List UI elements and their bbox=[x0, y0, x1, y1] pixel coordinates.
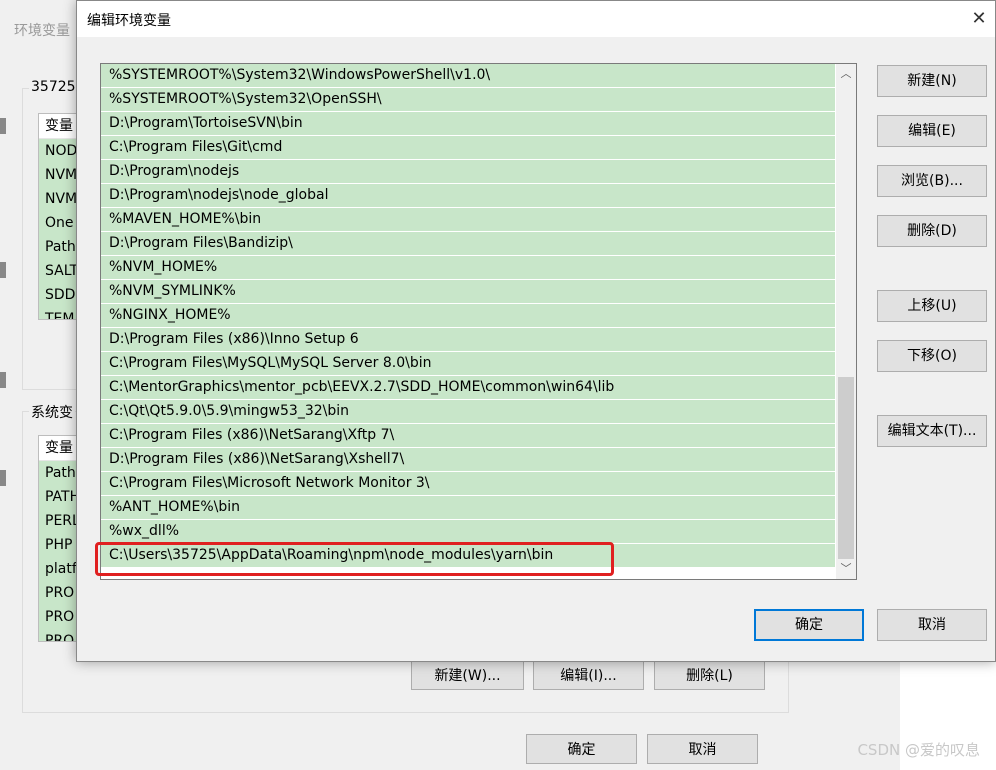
edit-environment-variable-dialog: 编辑环境变量 ✕ %SYSTEMROOT%\System32\WindowsPo… bbox=[76, 0, 996, 662]
edge-fragment bbox=[0, 470, 6, 486]
new-button[interactable]: 新建(N) bbox=[877, 65, 987, 97]
path-list-item[interactable]: %NVM_SYMLINK% bbox=[101, 280, 835, 303]
move-down-button[interactable]: 下移(O) bbox=[877, 340, 987, 372]
dialog-title: 编辑环境变量 bbox=[87, 13, 171, 29]
path-list-item[interactable]: C:\Program Files\Git\cmd bbox=[101, 136, 835, 159]
scroll-down-icon[interactable]: ﹀ bbox=[836, 559, 856, 579]
edge-fragment bbox=[0, 262, 6, 278]
bg-dialog-title: 环境变量 bbox=[14, 23, 70, 39]
move-up-button[interactable]: 上移(U) bbox=[877, 290, 987, 322]
path-list-item[interactable]: %NGINX_HOME% bbox=[101, 304, 835, 327]
path-list-item[interactable]: C:\Program Files\MySQL\MySQL Server 8.0\… bbox=[101, 352, 835, 375]
edit-button[interactable]: 编辑(E) bbox=[877, 115, 987, 147]
cancel-button[interactable]: 取消 bbox=[877, 609, 987, 641]
path-list-items: %SYSTEMROOT%\System32\WindowsPowerShell\… bbox=[101, 64, 835, 568]
path-list[interactable]: %SYSTEMROOT%\System32\WindowsPowerShell\… bbox=[100, 63, 857, 580]
path-list-item[interactable]: D:\Program\nodejs\node_global bbox=[101, 184, 835, 207]
system-new-button[interactable]: 新建(W)... bbox=[411, 660, 524, 690]
path-list-item[interactable]: %MAVEN_HOME%\bin bbox=[101, 208, 835, 231]
user-variables-group-label: 35725 bbox=[29, 79, 78, 95]
dialog-titlebar: 编辑环境变量 ✕ bbox=[77, 1, 995, 37]
bg-cancel-button[interactable]: 取消 bbox=[647, 734, 758, 764]
edge-fragment bbox=[0, 118, 6, 134]
scrollbar-thumb[interactable] bbox=[838, 377, 854, 559]
delete-button[interactable]: 删除(D) bbox=[877, 215, 987, 247]
vertical-scrollbar[interactable]: ︿ ﹀ bbox=[836, 64, 856, 579]
path-list-item[interactable]: %SYSTEMROOT%\System32\OpenSSH\ bbox=[101, 88, 835, 111]
path-list-item[interactable]: C:\Users\35725\AppData\Roaming\npm\node_… bbox=[101, 544, 835, 567]
path-list-item[interactable]: %SYSTEMROOT%\System32\WindowsPowerShell\… bbox=[101, 64, 835, 87]
ok-button[interactable]: 确定 bbox=[754, 609, 864, 641]
path-list-item[interactable]: D:\Program\nodejs bbox=[101, 160, 835, 183]
path-list-item[interactable]: D:\Program Files (x86)\Inno Setup 6 bbox=[101, 328, 835, 351]
path-list-item[interactable]: C:\Program Files (x86)\NetSarang\Xftp 7\ bbox=[101, 424, 835, 447]
close-icon[interactable]: ✕ bbox=[963, 5, 995, 33]
bg-ok-button[interactable]: 确定 bbox=[526, 734, 637, 764]
watermark: CSDN @爱的叹息 bbox=[857, 741, 980, 759]
edit-text-button[interactable]: 编辑文本(T)... bbox=[877, 415, 987, 447]
system-variables-group-label: 系统变 bbox=[29, 402, 75, 422]
scroll-up-icon[interactable]: ︿ bbox=[836, 64, 856, 84]
system-edit-button[interactable]: 编辑(I)... bbox=[533, 660, 644, 690]
path-list-item[interactable]: D:\Program\TortoiseSVN\bin bbox=[101, 112, 835, 135]
path-list-item[interactable]: %wx_dll% bbox=[101, 520, 835, 543]
path-list-item[interactable]: %NVM_HOME% bbox=[101, 256, 835, 279]
path-list-item[interactable]: D:\Program Files (x86)\NetSarang\Xshell7… bbox=[101, 448, 835, 471]
path-list-item[interactable]: D:\Program Files\Bandizip\ bbox=[101, 232, 835, 255]
path-list-item[interactable]: C:\Program Files\Microsoft Network Monit… bbox=[101, 472, 835, 495]
edge-fragment bbox=[0, 372, 6, 388]
system-delete-button[interactable]: 删除(L) bbox=[654, 660, 765, 690]
path-list-item[interactable]: %ANT_HOME%\bin bbox=[101, 496, 835, 519]
path-list-item[interactable]: C:\Qt\Qt5.9.0\5.9\mingw53_32\bin bbox=[101, 400, 835, 423]
browse-button[interactable]: 浏览(B)... bbox=[877, 165, 987, 197]
path-list-item[interactable]: C:\MentorGraphics\mentor_pcb\EEVX.2.7\SD… bbox=[101, 376, 835, 399]
